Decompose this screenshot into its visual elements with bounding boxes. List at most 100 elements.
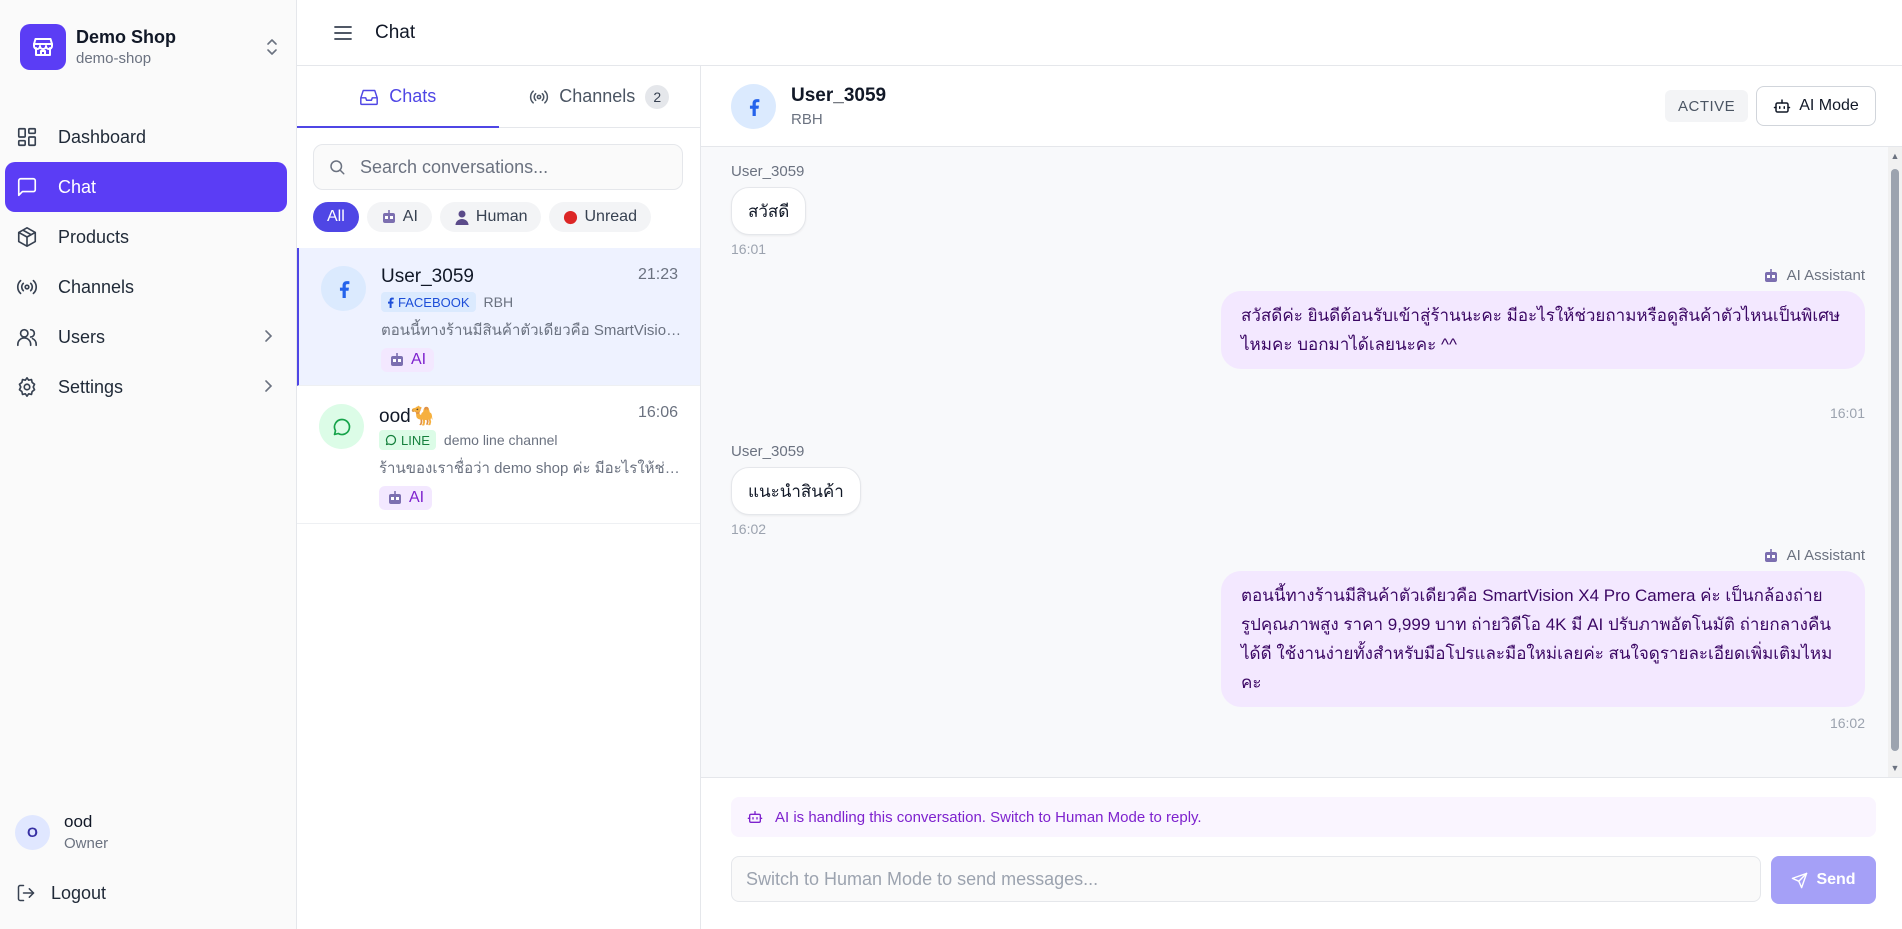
filter-human[interactable]: Human [439, 202, 542, 232]
bot-icon [747, 809, 763, 825]
nav-item-channels[interactable]: Channels [5, 262, 287, 312]
robot-icon [1763, 548, 1779, 564]
filter-label: Unread [584, 208, 637, 225]
send-icon [1791, 872, 1808, 889]
logout-icon [15, 882, 37, 904]
conversation-item[interactable]: ood🐪 16:06 LINE demo line channel ร้านขอ… [297, 386, 700, 524]
inbox-icon [359, 88, 379, 106]
tab-chats[interactable]: Chats [297, 66, 499, 128]
scroll-up-arrow-icon[interactable]: ▲ [1890, 151, 1900, 161]
status-badge: ACTIVE [1665, 90, 1749, 122]
broadcast-icon [15, 275, 39, 299]
message-composer: AI is handling this conversation. Switch… [701, 777, 1902, 929]
scroll-thumb[interactable] [1891, 169, 1899, 751]
nav-item-chat[interactable]: Chat [5, 162, 287, 212]
gear-icon [15, 375, 39, 399]
sender-label: AI Assistant [1786, 267, 1865, 284]
search-icon [328, 158, 346, 176]
avatar: O [15, 814, 50, 850]
message-sender: User_3059 [731, 443, 805, 460]
main-nav: Dashboard Chat Products Channels Users S… [5, 112, 287, 412]
red-dot-icon [563, 210, 578, 225]
mode-label: AI [409, 489, 425, 506]
channel-name: demo line channel [443, 432, 558, 448]
message-line: ไหมคะ บอกมาได้เลยนะคะ ^^ [1241, 335, 1457, 354]
message-line: สวัสดีค่ะ ยินดีต้อนรับเข้าสู่ร้านนะคะ มี… [1241, 306, 1841, 325]
channel-type: FACEBOOK [398, 294, 470, 310]
robot-icon [1763, 268, 1779, 284]
user-profile[interactable]: O ood Owner [15, 810, 275, 854]
robot-icon [387, 490, 403, 506]
nav-label: Channels [58, 276, 135, 297]
search-input[interactable] [360, 156, 660, 178]
tab-label: Chats [389, 86, 437, 106]
search-box [313, 144, 683, 190]
filter-unread[interactable]: Unread [549, 202, 651, 232]
shop-switcher[interactable]: Demo Shop demo-shop [20, 22, 282, 72]
nav-label: Products [58, 226, 130, 247]
filter-label: Human [475, 208, 528, 225]
filter-ai[interactable]: AI [366, 202, 432, 232]
nav-item-dashboard[interactable]: Dashboard [5, 112, 287, 162]
message-input[interactable] [731, 856, 1761, 902]
send-button[interactable]: Send [1771, 856, 1876, 904]
message-sender: AI Assistant [1763, 547, 1865, 564]
message-time: 16:01 [1829, 405, 1865, 421]
channel-name: RBH [483, 294, 514, 310]
robot-icon [381, 209, 397, 225]
message-scrollbar[interactable]: ▲ ▼ [1888, 147, 1902, 777]
box-icon [15, 225, 39, 249]
message-sender: User_3059 [731, 163, 805, 180]
logout-button[interactable]: Logout [15, 878, 106, 908]
dashboard-icon [15, 125, 39, 149]
message-line: ตอนนี้ทางร้านมีสินค้าตัวเดียวคือ SmartVi… [1241, 586, 1823, 605]
nav-label: Chat [58, 176, 97, 197]
logout-label: Logout [51, 882, 107, 903]
filter-all[interactable]: All [313, 202, 359, 232]
conversation-preview: ร้านของเราชื่อว่า demo shop ค่ะ มีอะไรให… [379, 460, 685, 477]
message-bubble: สวัสดี [731, 187, 807, 235]
list-tabs: Chats Channels 2 [297, 66, 700, 128]
scroll-down-arrow-icon[interactable]: ▼ [1890, 763, 1900, 773]
tab-channels[interactable]: Channels 2 [499, 66, 701, 127]
filter-label: All [327, 208, 345, 225]
message-line: ได้ดี ใช้งานง่ายทั้งสำหรับมือโปรและมือให… [1241, 644, 1833, 692]
nav-label: Users [58, 326, 106, 347]
conversation-preview: ตอนนี้ทางร้านมีสินค้าตัวเดียวคือ SmartVi… [381, 322, 687, 339]
top-bar: Chat [297, 0, 1902, 66]
mode-tag: AI [379, 486, 433, 510]
user-role: Owner [64, 835, 109, 852]
message-sender: AI Assistant [1763, 267, 1865, 284]
chat-channel-name: RBH [791, 111, 823, 128]
mode-label: AI [411, 351, 427, 368]
conversation-list-panel: Chats Channels 2 All AI H [297, 66, 701, 929]
nav-item-products[interactable]: Products [5, 212, 287, 262]
chevrons-up-down-icon [262, 37, 282, 57]
nav-item-users[interactable]: Users [5, 312, 287, 362]
shop-slug: demo-shop [76, 50, 152, 67]
line-chat-icon [385, 434, 397, 446]
message-time: 16:02 [731, 521, 767, 537]
person-icon [454, 209, 470, 225]
nav-label: Settings [58, 376, 124, 397]
users-icon [15, 325, 39, 349]
robot-icon [389, 352, 405, 368]
ai-mode-label: AI Mode [1799, 97, 1859, 114]
hamburger-menu-icon[interactable] [331, 21, 355, 45]
tab-label: Channels [559, 86, 636, 106]
message-time: 16:01 [731, 241, 767, 257]
ai-mode-button[interactable]: AI Mode [1756, 86, 1876, 126]
store-icon [20, 24, 66, 70]
sender-label: AI Assistant [1786, 547, 1865, 564]
message-thread[interactable]: User_3059 สวัสดี 16:01 AI Assistant สวัส… [701, 147, 1902, 777]
chevron-right-icon [263, 377, 273, 398]
line-chat-icon [319, 404, 364, 449]
nav-item-settings[interactable]: Settings [5, 362, 287, 412]
chat-panel: User_3059 RBH ACTIVE AI Mode User_3059 ส… [701, 66, 1902, 929]
ai-handling-notice: AI is handling this conversation. Switch… [731, 797, 1876, 837]
conversation-filters: All AI Human Unread [313, 202, 659, 232]
message-line: รูปคุณภาพสูง ราคา 9,999 บาท ถ่ายวิดีโอ 4… [1241, 615, 1831, 634]
message-time: 16:02 [1829, 715, 1865, 731]
chat-contact-name: User_3059 [791, 85, 887, 106]
conversation-item[interactable]: User_3059 21:23 FACEBOOK RBH ตอนนี้ทางร้… [297, 248, 700, 386]
